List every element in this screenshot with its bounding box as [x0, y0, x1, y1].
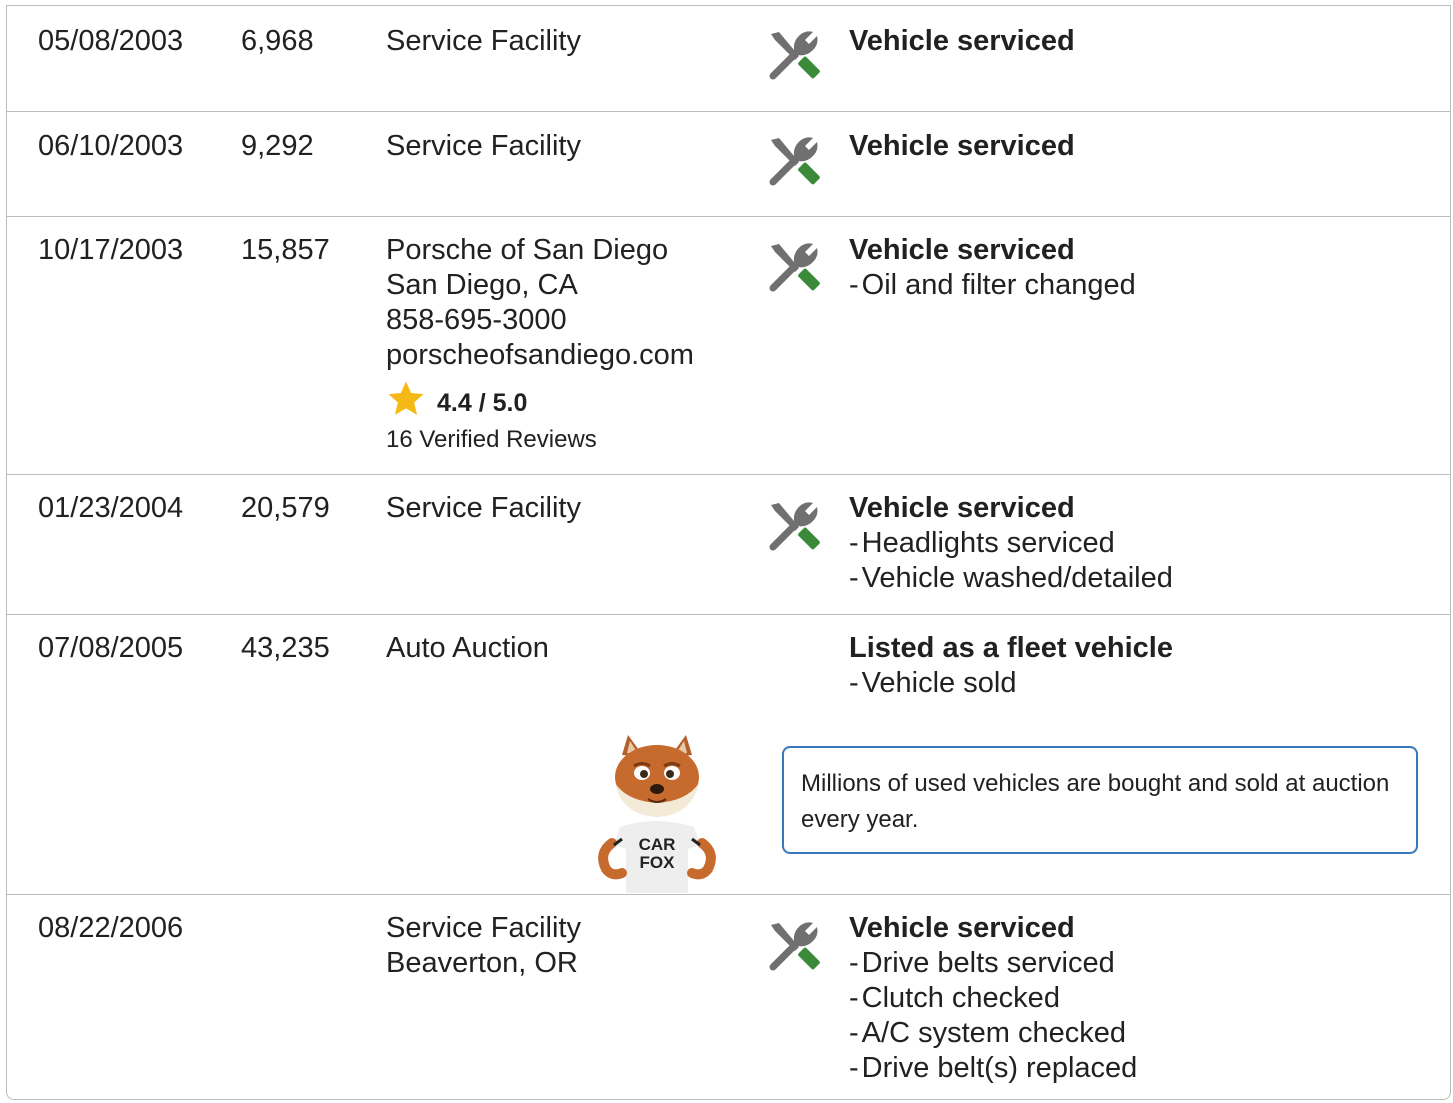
wrench-screwdriver-icon [765, 238, 823, 296]
record-date: 01/23/2004 [38, 492, 184, 524]
record-source: Service Facility [386, 129, 776, 164]
record-odometer: 9,292 [241, 130, 314, 162]
comment-detail: Clutch checked [849, 981, 1439, 1016]
source-name: Service Facility [386, 492, 581, 524]
comment-detail: Vehicle sold [849, 666, 1439, 701]
record-comments: Listed as a fleet vehicle Vehicle sold [849, 631, 1439, 701]
wrench-screwdriver-icon [765, 26, 823, 84]
source-name: Porsche of San Diego [386, 234, 669, 266]
source-name: Service Facility [386, 912, 581, 944]
rating-value: 4.4 / 5.0 [437, 389, 528, 417]
record-date: 10/17/2003 [38, 234, 184, 266]
wrench-screwdriver-icon [765, 917, 823, 975]
comment-detail: Oil and filter changed [849, 268, 1439, 303]
record-comments: Vehicle serviced Oil and filter changed [849, 233, 1439, 303]
comment-detail: Vehicle washed/detailed [849, 561, 1439, 596]
source-phone: 858-695-3000 [386, 304, 567, 336]
carfox-mascot: CAR FOX [592, 735, 722, 895]
source-name: Auto Auction [386, 632, 549, 664]
history-record-row: 06/10/2003 9,292 Service Facility Vehicl… [7, 111, 1450, 216]
record-comments: Vehicle serviced [849, 129, 1439, 164]
comment-detail: A/C system checked [849, 1016, 1439, 1051]
comment-title: Vehicle serviced [849, 912, 1075, 944]
source-name: Service Facility [386, 25, 581, 57]
record-odometer: 20,579 [241, 492, 330, 524]
comment-detail: Drive belt(s) replaced [849, 1051, 1439, 1086]
record-date: 05/08/2003 [38, 25, 184, 57]
record-date: 08/22/2006 [38, 912, 184, 944]
record-date: 06/10/2003 [38, 130, 184, 162]
verified-reviews-link[interactable]: 16 Verified Reviews [386, 425, 776, 455]
history-record-row: 08/22/2006 Service Facility Beaverton, O… [7, 894, 1450, 1099]
history-record-row: 05/08/2003 6,968 Service Facility Vehicl… [7, 5, 1450, 111]
record-comments: Vehicle serviced Headlights serviced Veh… [849, 491, 1439, 596]
history-record-row: 10/17/2003 15,857 Porsche of San Diego S… [7, 216, 1450, 474]
record-odometer: 43,235 [241, 632, 330, 664]
wrench-screwdriver-icon [765, 497, 823, 555]
mascot-shirt-line: FOX [640, 853, 676, 872]
record-comments: Vehicle serviced [849, 24, 1439, 59]
record-source: Service Facility Beaverton, OR [386, 911, 776, 981]
source-location: Beaverton, OR [386, 947, 578, 979]
record-comments: Vehicle serviced Drive belts serviced Cl… [849, 911, 1439, 1086]
record-source: Porsche of San Diego San Diego, CA 858-6… [386, 233, 776, 455]
comment-title: Vehicle serviced [849, 130, 1075, 162]
comment-title: Listed as a fleet vehicle [849, 632, 1173, 664]
comment-title: Vehicle serviced [849, 25, 1075, 57]
dealer-rating[interactable]: 4.4 / 5.0 [386, 381, 776, 423]
record-date: 07/08/2005 [38, 632, 184, 664]
comment-detail: Headlights serviced [849, 526, 1439, 561]
record-odometer: 6,968 [241, 25, 314, 57]
record-source: Auto Auction [386, 631, 776, 666]
record-odometer: 15,857 [241, 234, 330, 266]
mascot-shirt-line: CAR [639, 835, 676, 854]
source-name: Service Facility [386, 130, 581, 162]
wrench-screwdriver-icon [765, 132, 823, 190]
source-website-link[interactable]: porscheofsandiego.com [386, 338, 776, 373]
record-source: Service Facility [386, 491, 776, 526]
history-record-row: 01/23/2004 20,579 Service Facility Vehic… [7, 474, 1450, 614]
source-location: San Diego, CA [386, 269, 578, 301]
record-source: Service Facility [386, 24, 776, 59]
star-icon [386, 379, 426, 428]
comment-title: Vehicle serviced [849, 234, 1075, 266]
auction-info-callout: Millions of used vehicles are bought and… [782, 746, 1418, 854]
comment-detail: Drive belts serviced [849, 946, 1439, 981]
history-record-row: 07/08/2005 43,235 Auto Auction Listed as… [7, 614, 1450, 894]
service-history-table: 05/08/2003 6,968 Service Facility Vehicl… [6, 5, 1451, 1100]
comment-title: Vehicle serviced [849, 492, 1075, 524]
